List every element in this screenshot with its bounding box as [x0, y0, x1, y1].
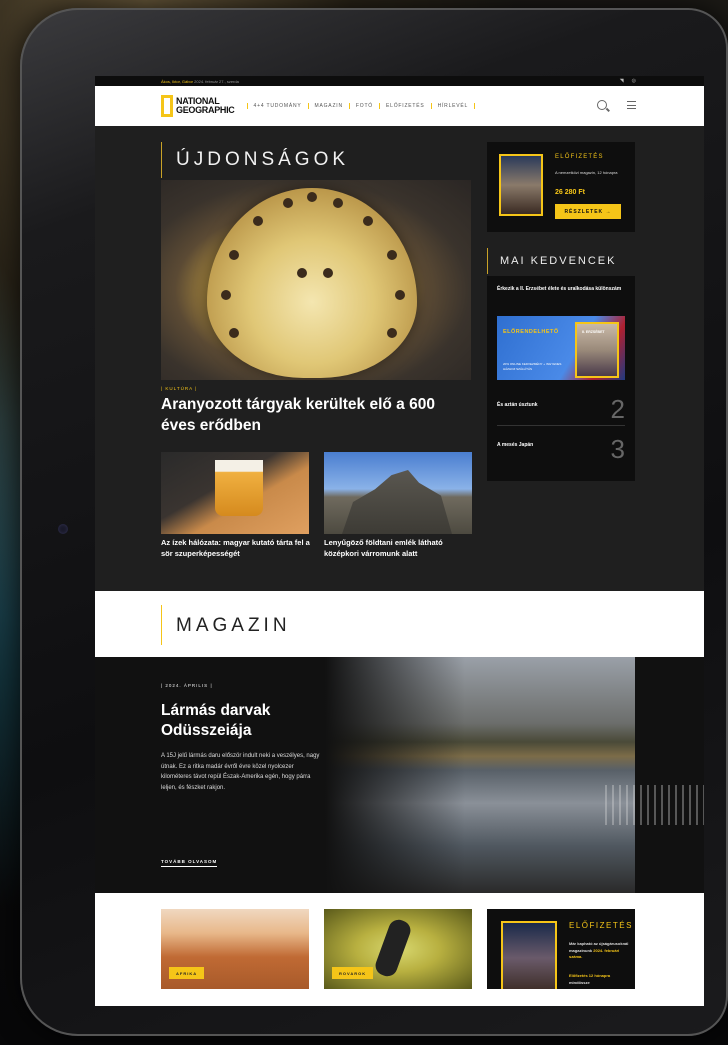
bottom-subscription-box: ELŐFIZETÉS Már kapható az újságárusoknál… — [487, 909, 635, 989]
news-section: ÚJDONSÁGOK | KULTÚRA | Aranyozott tárgya… — [95, 126, 704, 591]
favorite-title-3: A mesés Japán — [497, 442, 534, 448]
logo-line-2: GEOGRAPHIC — [176, 105, 235, 115]
magazin-header: MAGAZIN — [95, 591, 704, 657]
section-title-ujdonsagok: ÚJDONSÁGOK — [161, 142, 349, 178]
bottom-subscription-desc: Már kapható az újságárusoknál magazinunk… — [569, 941, 631, 961]
article-title-beer[interactable]: Az ízek hálózata: magyar kutató tárta fe… — [161, 538, 311, 559]
nav-item-tudomany[interactable]: 4+4 TUDOMÁNY — [246, 103, 308, 109]
preorder-promo-banner[interactable]: ELŐRENDELHETŐ 20% ONLINE KEDVEZMÉNY + IN… — [497, 316, 625, 380]
search-icon[interactable] — [597, 100, 607, 110]
subscription-label: ELŐFIZETÉS — [555, 154, 604, 160]
queen-cover-title: II. ERZSÉBET — [582, 330, 605, 334]
bottom-section: AFRIKA ROVAROK ELŐFIZETÉS Már kapható az… — [95, 893, 704, 1006]
hero-image[interactable] — [161, 180, 471, 380]
feature-date: | 2024. ÁPRILIS | — [161, 683, 213, 688]
main-nav: 4+4 TUDOMÁNY MAGAZIN FOTÓ ELŐFIZETÉS HÍR… — [246, 103, 476, 109]
nav-item-foto[interactable]: FOTÓ — [348, 103, 379, 109]
hero-category[interactable]: | KULTÚRA | — [161, 386, 197, 391]
logo-frame-icon — [161, 95, 173, 117]
favorite-item-1[interactable]: Érkezik a II. Erzsébet élete és uralkodá… — [497, 286, 625, 294]
magazine-cover-image[interactable] — [499, 154, 543, 216]
subscription-price: 26 280 Ft — [555, 189, 585, 196]
favorite-item-2[interactable]: És aztán úsztunk 2 — [497, 394, 625, 426]
site-header: NATIONAL GEOGRAPHIC 4+4 TUDOMÁNY MAGAZIN… — [95, 86, 704, 126]
ant-article-image[interactable]: ROVAROK — [324, 909, 472, 989]
bottom-sub-desc-c: Előfizetés 12 hónapra — [569, 973, 611, 978]
favorite-title-2: És aztán úsztunk — [497, 402, 538, 408]
hero-title[interactable]: Aranyozott tárgyak kerültek elő a 600 év… — [161, 394, 471, 436]
bottom-subscription-desc-2: Előfizetés 12 hónapra mindössze — [569, 973, 631, 986]
cranes-image[interactable] — [325, 657, 704, 893]
logo[interactable]: NATIONAL GEOGRAPHIC — [161, 95, 235, 117]
top-date: 2024. február 27., szerda — [194, 78, 239, 84]
top-links[interactable]: Ákos, Iktor, Gábor — [161, 79, 193, 84]
desert-article-image[interactable]: AFRIKA — [161, 909, 309, 989]
nav-item-elofizetes[interactable]: ELŐFIZETÉS — [379, 103, 431, 109]
feature-desc: A 15J jelű lármás daru először indult ne… — [161, 753, 320, 791]
article-title-rock[interactable]: Lenyűgöző földtani emlék látható középko… — [324, 538, 474, 559]
bottom-subscription-label: ELŐFIZETÉS — [569, 921, 633, 930]
instagram-icon[interactable]: ◎ — [632, 78, 636, 84]
golden-ornament-image — [207, 188, 417, 378]
feature-title[interactable]: Lármás darvak Odüsszeiája — [161, 701, 331, 741]
favorites-box: Érkezik a II. Erzsébet élete és uralkodá… — [487, 276, 635, 481]
promo-desc: 20% ONLINE KEDVEZMÉNY + INGYENES HÁZHOZ … — [503, 362, 562, 371]
camera-icon — [58, 524, 68, 534]
rock-article-image[interactable] — [324, 452, 472, 534]
magazin-feature: | 2024. ÁPRILIS | Lármás darvak Odüsszei… — [95, 657, 704, 893]
beer-article-image[interactable] — [161, 452, 309, 534]
favorite-item-3[interactable]: A mesés Japán 3 — [497, 434, 625, 466]
tablet-frame: Ákos, Iktor, Gábor 2024. február 27., sz… — [20, 8, 728, 1036]
favorite-rank-3: 3 — [610, 434, 625, 464]
bottom-sub-desc-d: mindössze — [569, 979, 590, 985]
queen-cover-image: II. ERZSÉBET — [575, 322, 619, 378]
bottom-magazine-cover-image[interactable] — [501, 921, 557, 989]
rock-formation-image — [342, 470, 452, 534]
promo-label: ELŐRENDELHETŐ — [503, 329, 559, 335]
crane-flock-image — [605, 785, 704, 825]
ant-image — [372, 916, 414, 980]
section-title-magazin: MAGAZIN — [161, 605, 291, 645]
favorite-rank-2: 2 — [610, 394, 625, 424]
subscription-box: ELŐFIZETÉS A nemzetközi magazin, 12 hóna… — [487, 142, 635, 232]
details-button[interactable]: RÉSZLETEK → — [555, 204, 621, 219]
beer-glass-image — [215, 460, 263, 516]
menu-icon[interactable] — [627, 101, 636, 109]
tag-afrika[interactable]: AFRIKA — [169, 967, 205, 979]
read-more-link[interactable]: TOVÁBB OLVASOM — [161, 859, 218, 867]
nav-item-hirlevel[interactable]: HÍRLEVÉL — [430, 103, 476, 109]
browser-screen: Ákos, Iktor, Gábor 2024. február 27., sz… — [95, 76, 704, 1006]
tag-rovarok[interactable]: ROVAROK — [332, 967, 374, 979]
favorites-title: MAI KEDVENCEK — [487, 248, 635, 274]
rss-icon[interactable]: ◥ — [620, 78, 624, 84]
nav-item-magazin[interactable]: MAGAZIN — [307, 103, 349, 109]
top-bar: Ákos, Iktor, Gábor 2024. február 27., sz… — [95, 76, 704, 86]
subscription-desc: A nemzetközi magazin, 12 hónapra — [555, 170, 618, 175]
